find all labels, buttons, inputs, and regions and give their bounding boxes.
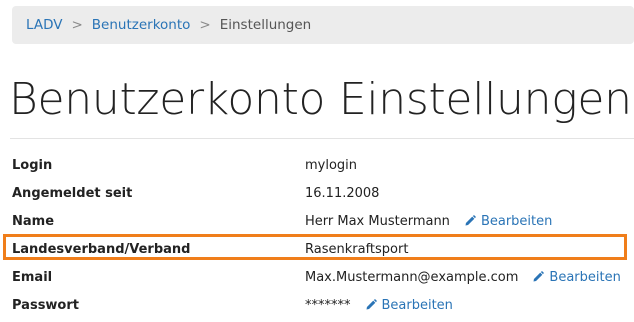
page-title: Benutzerkonto Einstellungen	[9, 74, 632, 125]
pencil-icon	[366, 299, 377, 310]
edit-email-label: Bearbeiten	[549, 269, 621, 285]
edit-email-link[interactable]: Bearbeiten	[532, 269, 621, 285]
angemeldet-seit-value: 16.11.2008	[305, 185, 380, 201]
angemeldet-seit-label: Angemeldet seit	[12, 185, 133, 201]
row-name: Name Herr Max Mustermann Bearbeiten	[12, 211, 634, 231]
landesverband-highlight-box	[3, 234, 627, 260]
row-email: Email Max.Mustermann@example.com Bearbei…	[12, 267, 634, 287]
breadcrumb-separator: >	[199, 17, 211, 33]
edit-passwort-label: Bearbeiten	[381, 297, 453, 313]
edit-name-label: Bearbeiten	[480, 213, 553, 229]
breadcrumb-link-benutzerkonto[interactable]: Benutzerkonto	[92, 17, 191, 33]
name-value: Herr Max Mustermann	[305, 213, 450, 229]
breadcrumb: LADV > Benutzerkonto > Einstellungen	[12, 6, 634, 44]
breadcrumb-link-ladv[interactable]: LADV	[26, 17, 62, 33]
edit-passwort-link[interactable]: Bearbeiten	[365, 298, 453, 313]
login-label: Login	[12, 157, 53, 173]
breadcrumb-separator: >	[71, 17, 83, 33]
passwort-label: Passwort	[12, 297, 79, 313]
row-passwort: Passwort ******* Bearbeiten	[12, 295, 634, 315]
login-value: mylogin	[305, 157, 358, 173]
row-angemeldet-seit: Angemeldet seit 16.11.2008	[12, 183, 634, 203]
email-value: Max.Mustermann@example.com	[305, 269, 519, 285]
name-label: Name	[12, 213, 55, 229]
edit-name-link[interactable]: Bearbeiten	[464, 214, 552, 229]
passwort-value: *******	[305, 297, 351, 313]
pencil-icon	[533, 271, 545, 282]
email-label: Email	[12, 269, 53, 285]
pencil-icon	[465, 215, 476, 226]
row-login: Login mylogin	[12, 155, 634, 175]
title-divider	[10, 138, 634, 139]
breadcrumb-current: Einstellungen	[219, 17, 312, 33]
